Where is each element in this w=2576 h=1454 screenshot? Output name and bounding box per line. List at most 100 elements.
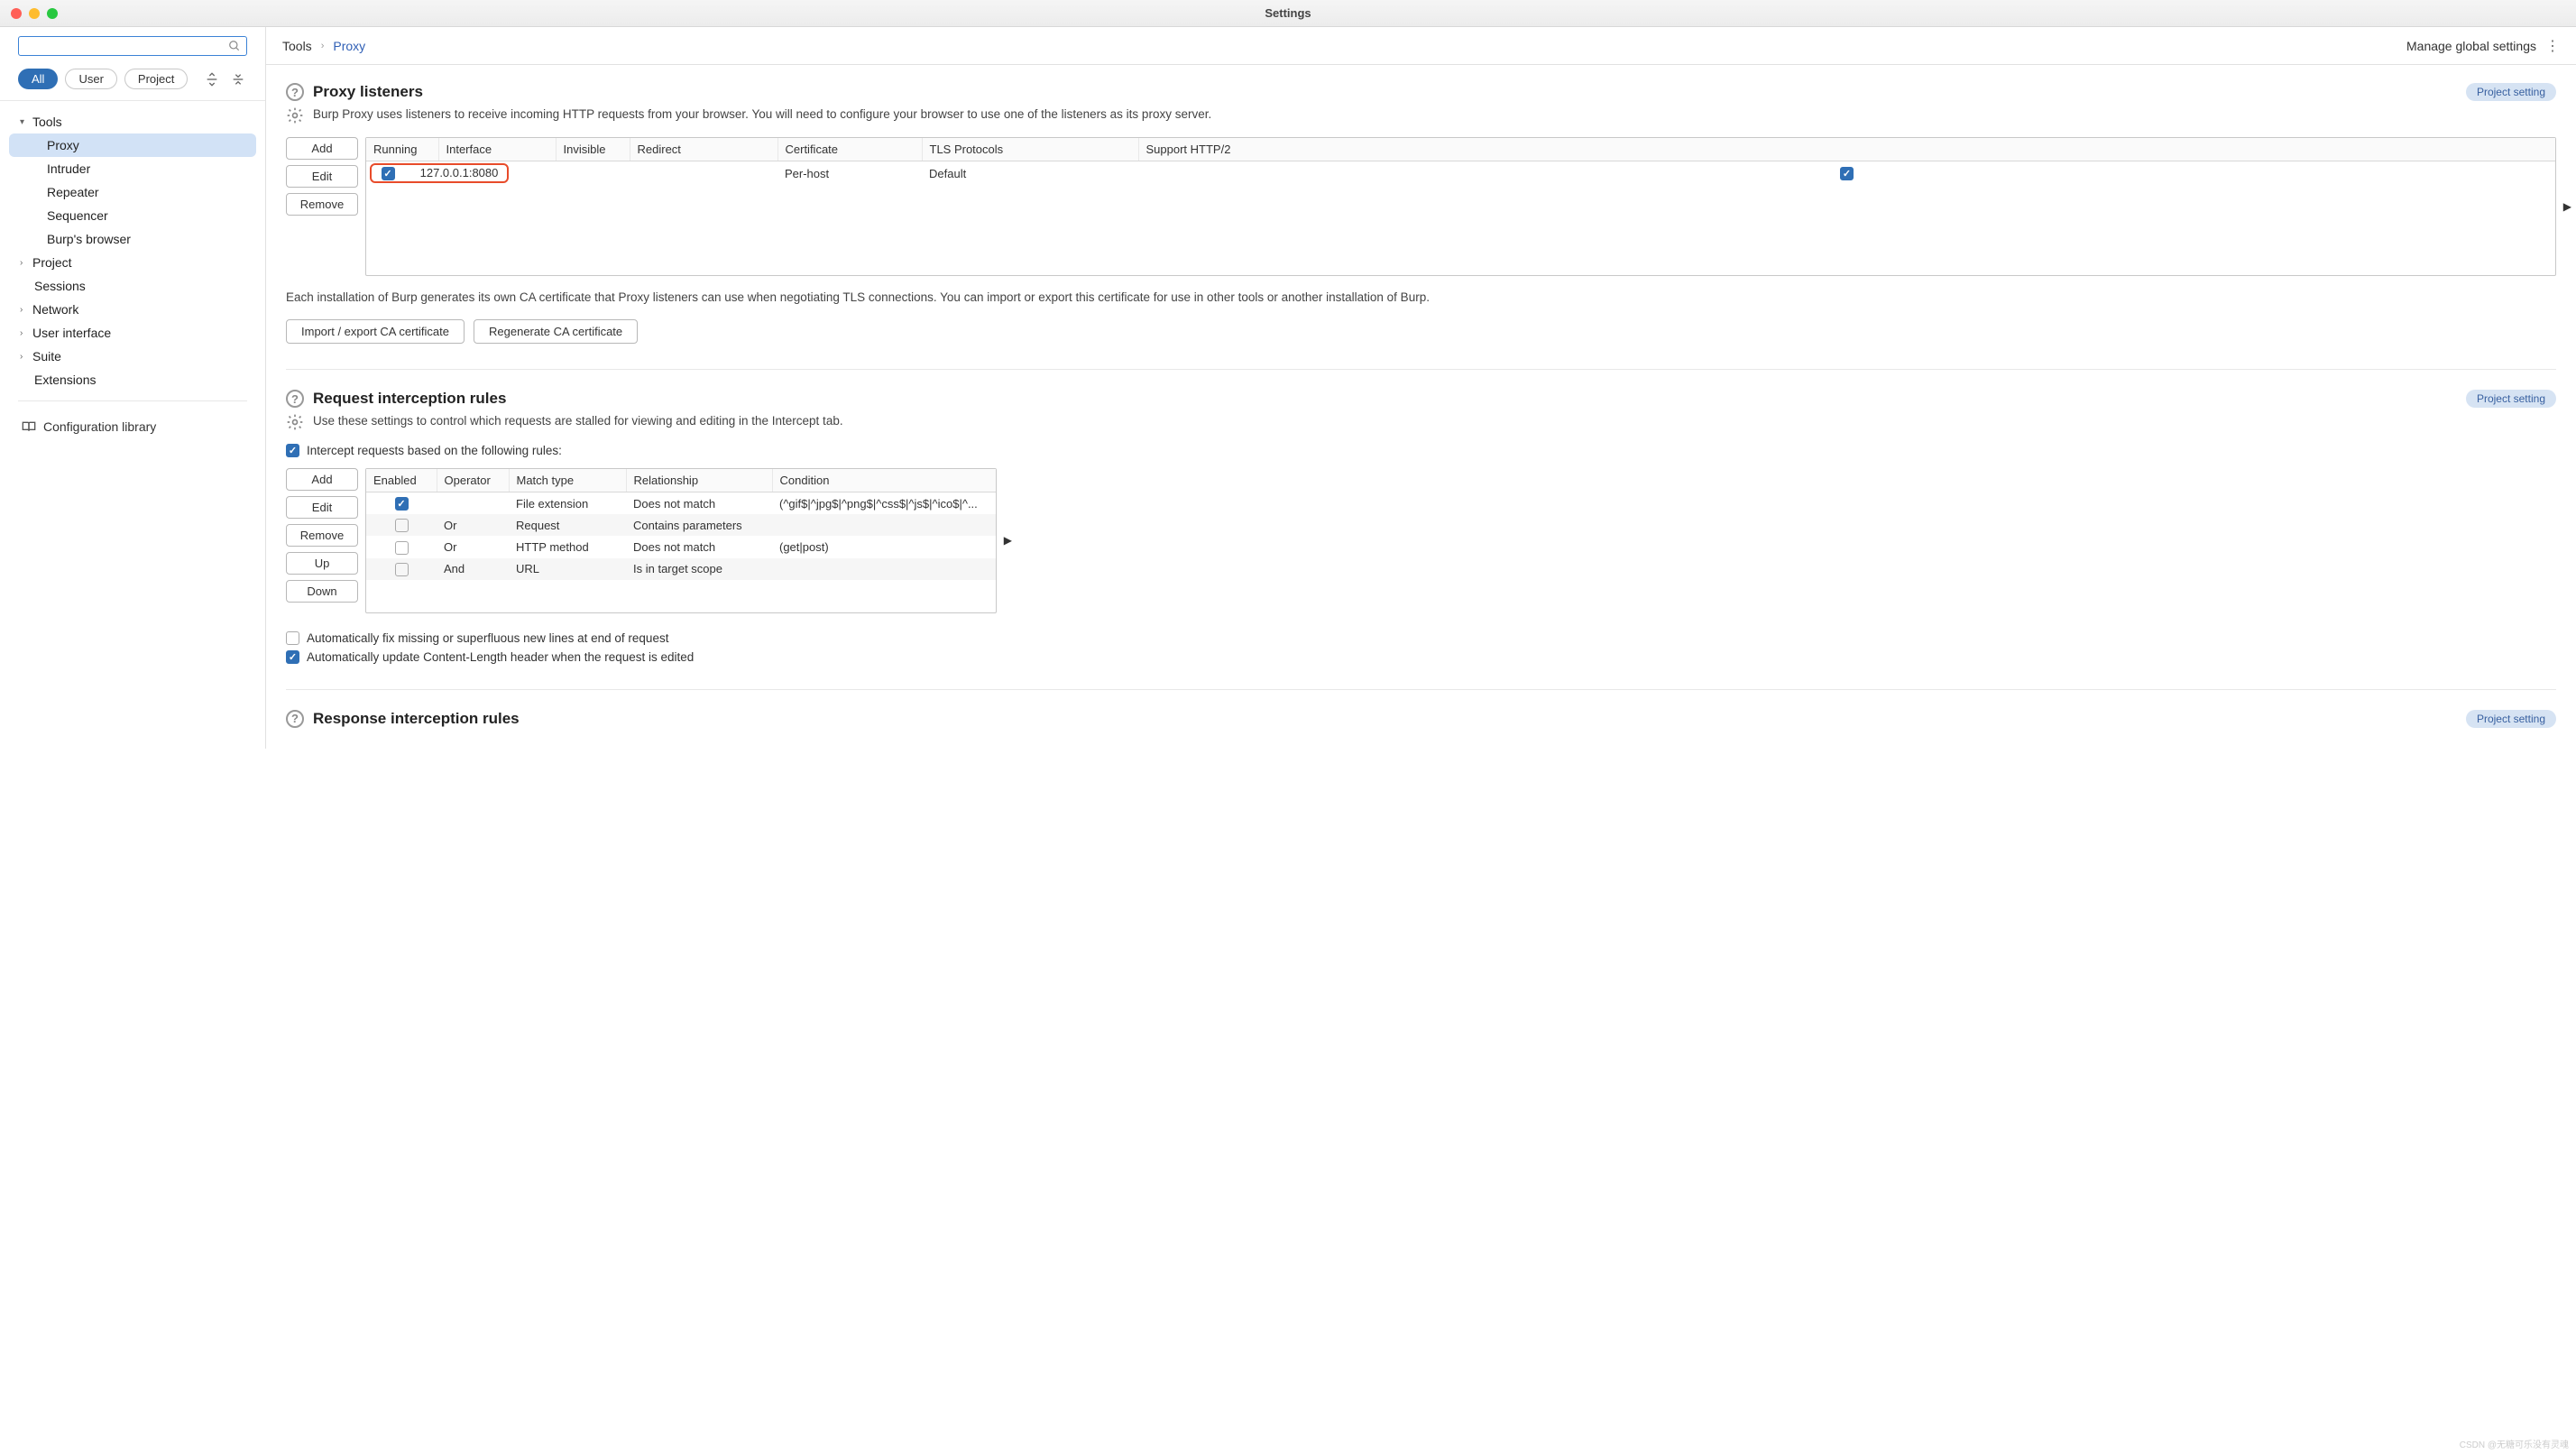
breadcrumb-bar: Tools › Proxy Manage global settings ⋮ xyxy=(266,27,2576,65)
remove-button[interactable]: Remove xyxy=(286,524,358,547)
col-relationship[interactable]: Relationship xyxy=(626,469,772,492)
edit-button[interactable]: Edit xyxy=(286,496,358,519)
config-library[interactable]: Configuration library xyxy=(0,410,265,443)
cell-tls: Default xyxy=(922,161,1138,186)
cell-condition xyxy=(772,558,996,580)
cell-condition: (get|post) xyxy=(772,536,996,557)
cell-invisible xyxy=(556,161,630,186)
close-icon[interactable] xyxy=(11,8,22,19)
tree-sessions[interactable]: Sessions xyxy=(0,274,265,298)
col-certificate[interactable]: Certificate xyxy=(777,138,922,161)
ca-note: Each installation of Burp generates its … xyxy=(286,289,2556,307)
remove-button[interactable]: Remove xyxy=(286,193,358,216)
listeners-table[interactable]: Running Interface Invisible Redirect Cer… xyxy=(365,137,2556,276)
col-interface[interactable]: Interface xyxy=(438,138,556,161)
add-button[interactable]: Add xyxy=(286,137,358,160)
col-enabled[interactable]: Enabled xyxy=(366,469,437,492)
col-match-type[interactable]: Match type xyxy=(509,469,626,492)
auto-content-length-checkbox[interactable] xyxy=(286,650,299,664)
help-icon[interactable]: ? xyxy=(286,83,304,101)
tree-project[interactable]: ›Project xyxy=(0,251,265,274)
cell-relationship: Does not match xyxy=(626,492,772,515)
expand-arrow-icon[interactable]: ▶ xyxy=(1004,534,1012,547)
tree-extensions[interactable]: Extensions xyxy=(0,368,265,391)
intercept-master-label: Intercept requests based on the followin… xyxy=(307,444,562,457)
filter-row: All User Project xyxy=(0,63,265,101)
help-icon[interactable]: ? xyxy=(286,710,304,728)
enabled-checkbox[interactable] xyxy=(395,563,409,576)
down-button[interactable]: Down xyxy=(286,580,358,603)
gear-icon[interactable] xyxy=(286,106,304,124)
crumb-tools[interactable]: Tools xyxy=(282,39,312,53)
regenerate-ca-button[interactable]: Regenerate CA certificate xyxy=(474,319,638,344)
tree-network[interactable]: ›Network xyxy=(0,298,265,321)
table-row[interactable]: Or HTTP method Does not match (get|post) xyxy=(366,536,996,557)
tree-repeater[interactable]: Repeater xyxy=(0,180,265,204)
expand-arrow-icon[interactable]: ▶ xyxy=(2563,200,2571,213)
http2-checkbox[interactable] xyxy=(1840,167,1854,180)
tree-label: Tools xyxy=(32,115,62,129)
tree-label: Proxy xyxy=(47,138,79,152)
col-tls[interactable]: TLS Protocols xyxy=(922,138,1138,161)
filter-project[interactable]: Project xyxy=(124,69,188,89)
table-row[interactable]: File extension Does not match (^gif$|^jp… xyxy=(366,492,996,515)
tree-label: Intruder xyxy=(47,161,90,176)
titlebar: Settings xyxy=(0,0,2576,27)
help-icon[interactable]: ? xyxy=(286,390,304,408)
add-button[interactable]: Add xyxy=(286,468,358,491)
cell-relationship: Does not match xyxy=(626,536,772,557)
table-row[interactable]: Or Request Contains parameters xyxy=(366,514,996,536)
crumb-proxy[interactable]: Proxy xyxy=(333,39,365,53)
cell-relationship: Is in target scope xyxy=(626,558,772,580)
maximize-icon[interactable] xyxy=(47,8,58,19)
col-running[interactable]: Running xyxy=(366,138,438,161)
tree-user-interface[interactable]: ›User interface xyxy=(0,321,265,345)
table-row[interactable]: And URL Is in target scope xyxy=(366,558,996,580)
running-checkbox[interactable] xyxy=(382,167,395,180)
cell-redirect xyxy=(630,161,777,186)
tree-suite[interactable]: ›Suite xyxy=(0,345,265,368)
tree-proxy[interactable]: Proxy xyxy=(9,133,256,157)
manage-global-settings[interactable]: Manage global settings xyxy=(2406,39,2536,53)
cell-match-type: File extension xyxy=(509,492,626,515)
tree-sequencer[interactable]: Sequencer xyxy=(0,204,265,227)
tree-label: Repeater xyxy=(47,185,99,199)
section-title: Proxy listeners xyxy=(313,83,423,101)
scope-badge: Project setting xyxy=(2466,83,2556,101)
listener-buttons: Add Edit Remove xyxy=(286,137,358,216)
collapse-all-icon[interactable] xyxy=(228,69,247,89)
main-panel: Tools › Proxy Manage global settings ⋮ ?… xyxy=(266,27,2576,749)
filter-all[interactable]: All xyxy=(18,69,58,89)
search-input[interactable] xyxy=(18,36,247,56)
tree-label: Network xyxy=(32,302,78,317)
minimize-icon[interactable] xyxy=(29,8,40,19)
col-invisible[interactable]: Invisible xyxy=(556,138,630,161)
section-proxy-listeners: ? Proxy listeners Project setting Burp P… xyxy=(286,83,2556,344)
enabled-checkbox[interactable] xyxy=(395,497,409,511)
scope-badge: Project setting xyxy=(2466,390,2556,408)
content-scroll: ? Proxy listeners Project setting Burp P… xyxy=(266,65,2576,749)
gear-icon[interactable] xyxy=(286,413,304,431)
tree-burps-browser[interactable]: Burp's browser xyxy=(0,227,265,251)
table-row[interactable]: 127.0.0.1:8080 Per-host Default xyxy=(366,161,2555,186)
col-redirect[interactable]: Redirect xyxy=(630,138,777,161)
enabled-checkbox[interactable] xyxy=(395,541,409,555)
up-button[interactable]: Up xyxy=(286,552,358,575)
col-condition[interactable]: Condition xyxy=(772,469,996,492)
cell-interface: 127.0.0.1:8080 xyxy=(404,166,503,179)
edit-button[interactable]: Edit xyxy=(286,165,358,188)
cell-match-type: Request xyxy=(509,514,626,536)
kebab-menu-icon[interactable]: ⋮ xyxy=(2545,37,2560,55)
col-operator[interactable]: Operator xyxy=(437,469,509,492)
enabled-checkbox[interactable] xyxy=(395,519,409,532)
expand-all-icon[interactable] xyxy=(202,69,221,89)
intercept-master-checkbox[interactable] xyxy=(286,444,299,457)
tree-intruder[interactable]: Intruder xyxy=(0,157,265,180)
book-icon xyxy=(22,420,36,433)
tree-tools[interactable]: ▾Tools xyxy=(0,110,265,133)
import-export-ca-button[interactable]: Import / export CA certificate xyxy=(286,319,465,344)
col-http2[interactable]: Support HTTP/2 xyxy=(1138,138,2555,161)
filter-user[interactable]: User xyxy=(65,69,116,89)
rules-table[interactable]: Enabled Operator Match type Relationship… xyxy=(365,468,997,612)
auto-fix-checkbox[interactable] xyxy=(286,631,299,645)
